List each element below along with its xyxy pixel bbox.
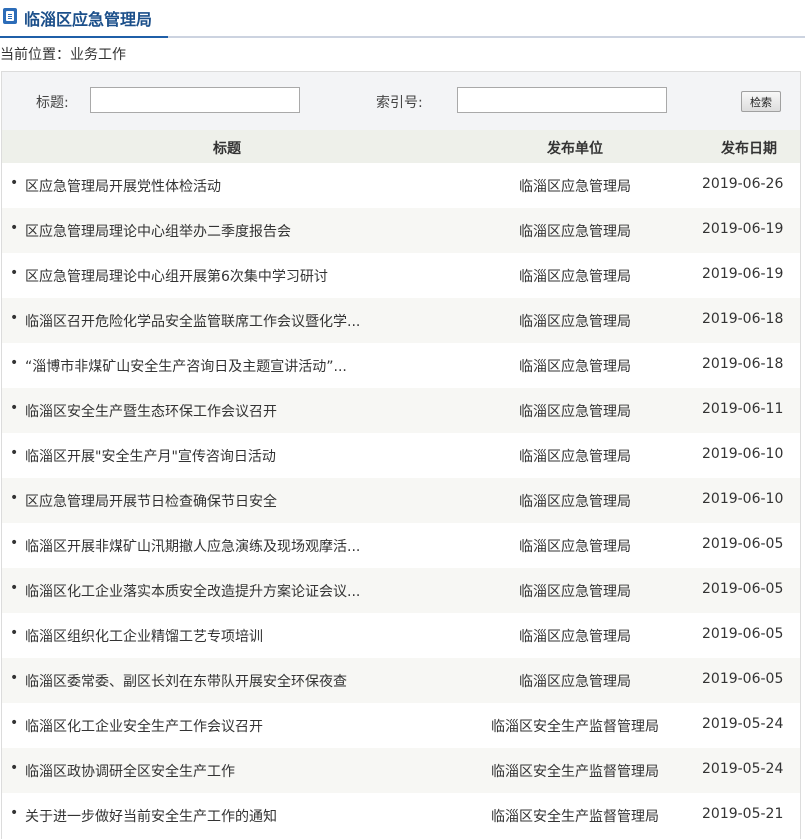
bullet-icon: • <box>10 445 19 461</box>
bullet-icon: • <box>10 580 19 596</box>
table-row: • 区应急管理局理论中心组开展第6次集中学习研讨 临淄区应急管理局 2019-06-1… <box>2 253 800 298</box>
article-title-link[interactable]: 临淄区组织化工企业精馏工艺专项培训 <box>25 626 405 646</box>
publisher-unit: 临淄区应急管理局 <box>519 359 631 375</box>
title-search-label: 标题: <box>36 95 69 111</box>
site-title: 临淄区应急管理局 <box>24 10 153 29</box>
article-title-link[interactable]: 临淄区政协调研全区安全生产工作 <box>25 761 405 781</box>
publisher-unit: 临淄区安全生产监督管理局 <box>491 719 659 735</box>
bullet-icon: • <box>10 265 19 281</box>
bullet-icon: • <box>10 355 19 371</box>
document-icon <box>3 8 17 24</box>
article-list: • 区应急管理局开展党性体检活动 临淄区应急管理局 2019-06-26 • 区应急管理局… <box>2 163 800 838</box>
publish-date: 2019-05-24 <box>702 761 784 777</box>
publish-date: 2019-06-19 <box>702 221 784 237</box>
table-row: • 临淄区委常委、副区长刘在东带队开展安全环保夜查 临淄区应急管理局 2019-06-… <box>2 658 800 703</box>
article-title-link[interactable]: 临淄区召开危险化学品安全监管联席工作会议暨化学... <box>25 311 405 331</box>
index-search-input[interactable] <box>457 87 667 113</box>
publisher-unit: 临淄区应急管理局 <box>519 179 631 195</box>
article-title-link[interactable]: 临淄区化工企业落实本质安全改造提升方案论证会议... <box>25 581 405 601</box>
publish-date: 2019-06-05 <box>702 626 784 642</box>
publisher-unit: 临淄区应急管理局 <box>519 449 631 465</box>
table-row: • 临淄区政协调研全区安全生产工作 临淄区安全生产监督管理局 2019-05-24 <box>2 748 800 793</box>
article-title-link[interactable]: 区应急管理局理论中心组举办二季度报告会 <box>25 221 405 241</box>
article-title-link[interactable]: 关于进一步做好当前安全生产工作的通知 <box>25 806 405 826</box>
table-row: • 关于进一步做好当前安全生产工作的通知 临淄区安全生产监督管理局 2019-05-2… <box>2 793 800 838</box>
article-title-link[interactable]: 临淄区开展"安全生产月"宣传咨询日活动 <box>25 446 405 466</box>
bullet-icon: • <box>10 490 19 506</box>
publisher-unit: 临淄区安全生产监督管理局 <box>491 809 659 825</box>
article-title-link[interactable]: 区应急管理局理论中心组开展第6次集中学习研讨 <box>25 266 405 286</box>
publisher-unit: 临淄区应急管理局 <box>519 269 631 285</box>
publish-date: 2019-06-19 <box>702 266 784 282</box>
publish-date: 2019-06-10 <box>702 491 784 507</box>
publisher-unit: 临淄区应急管理局 <box>519 674 631 690</box>
table-row: • 区应急管理局开展节日检查确保节日安全 临淄区应急管理局 2019-06-10 <box>2 478 800 523</box>
article-title-link[interactable]: 临淄区化工企业安全生产工作会议召开 <box>25 716 405 736</box>
header-date: 发布日期 <box>721 141 777 157</box>
table-row: • 区应急管理局理论中心组举办二季度报告会 临淄区应急管理局 2019-06-19 <box>2 208 800 253</box>
bullet-icon: • <box>10 805 19 821</box>
article-title-link[interactable]: 临淄区安全生产暨生态环保工作会议召开 <box>25 401 405 421</box>
table-row: • 临淄区开展"安全生产月"宣传咨询日活动 临淄区应急管理局 2019-06-10 <box>2 433 800 478</box>
content-panel: 标题: 索引号: 检索 标题 发布单位 发布日期 • 区应急管理局开展党性体检活动… <box>1 71 801 839</box>
table-row: • 区应急管理局开展党性体检活动 临淄区应急管理局 2019-06-26 <box>2 163 800 208</box>
publish-date: 2019-06-10 <box>702 446 784 462</box>
bullet-icon: • <box>10 715 19 731</box>
bullet-icon: • <box>10 535 19 551</box>
search-button[interactable]: 检索 <box>741 91 781 112</box>
bullet-icon: • <box>10 310 19 326</box>
publisher-unit: 临淄区应急管理局 <box>519 584 631 600</box>
publish-date: 2019-06-18 <box>702 311 784 327</box>
bullet-icon: • <box>10 400 19 416</box>
publisher-unit: 临淄区应急管理局 <box>519 314 631 330</box>
bullet-icon: • <box>10 220 19 236</box>
title-search-input[interactable] <box>90 87 300 113</box>
publish-date: 2019-06-18 <box>702 356 784 372</box>
table-row: • 临淄区召开危险化学品安全监管联席工作会议暨化学... 临淄区应急管理局 2019-… <box>2 298 800 343</box>
bullet-icon: • <box>10 670 19 686</box>
bullet-icon: • <box>10 760 19 776</box>
page-header: 临淄区应急管理局 <box>0 0 805 38</box>
publish-date: 2019-06-11 <box>702 401 784 417</box>
publisher-unit: 临淄区应急管理局 <box>519 224 631 240</box>
article-title-link[interactable]: 区应急管理局开展节日检查确保节日安全 <box>25 491 405 511</box>
table-row: • 临淄区开展非煤矿山汛期撤人应急演练及现场观摩活... 临淄区应急管理局 2019-… <box>2 523 800 568</box>
publish-date: 2019-06-26 <box>702 176 784 192</box>
publisher-unit: 临淄区应急管理局 <box>519 539 631 555</box>
table-header: 标题 发布单位 发布日期 <box>2 130 800 163</box>
table-row: • 临淄区安全生产暨生态环保工作会议召开 临淄区应急管理局 2019-06-11 <box>2 388 800 433</box>
breadcrumb-current[interactable]: 业务工作 <box>70 47 126 63</box>
bullet-icon: • <box>10 625 19 641</box>
breadcrumb: 当前位置：业务工作 <box>0 44 126 64</box>
breadcrumb-label: 当前位置： <box>0 47 70 63</box>
article-title-link[interactable]: 临淄区委常委、副区长刘在东带队开展安全环保夜查 <box>25 671 405 691</box>
table-row: • “淄博市非煤矿山安全生产咨询日及主题宣讲活动”... 临淄区应急管理局 2019-… <box>2 343 800 388</box>
publish-date: 2019-05-24 <box>702 716 784 732</box>
header-title: 标题 <box>213 141 241 157</box>
publish-date: 2019-06-05 <box>702 581 784 597</box>
table-row: • 临淄区化工企业落实本质安全改造提升方案论证会议... 临淄区应急管理局 2019-… <box>2 568 800 613</box>
publisher-unit: 临淄区应急管理局 <box>519 494 631 510</box>
table-row: • 临淄区化工企业安全生产工作会议召开 临淄区安全生产监督管理局 2019-05-24 <box>2 703 800 748</box>
publish-date: 2019-06-05 <box>702 671 784 687</box>
header-unit: 发布单位 <box>547 141 603 157</box>
publisher-unit: 临淄区应急管理局 <box>519 629 631 645</box>
article-title-link[interactable]: “淄博市非煤矿山安全生产咨询日及主题宣讲活动”... <box>25 356 405 376</box>
index-search-label: 索引号: <box>376 95 423 111</box>
publish-date: 2019-06-05 <box>702 536 784 552</box>
publisher-unit: 临淄区应急管理局 <box>519 404 631 420</box>
article-title-link[interactable]: 临淄区开展非煤矿山汛期撤人应急演练及现场观摩活... <box>25 536 405 556</box>
table-row: • 临淄区组织化工企业精馏工艺专项培训 临淄区应急管理局 2019-06-05 <box>2 613 800 658</box>
header-accent-line <box>0 36 168 38</box>
bullet-icon: • <box>10 175 19 191</box>
publish-date: 2019-05-21 <box>702 806 784 822</box>
search-bar: 标题: 索引号: 检索 <box>2 72 800 130</box>
article-title-link[interactable]: 区应急管理局开展党性体检活动 <box>25 176 405 196</box>
publisher-unit: 临淄区安全生产监督管理局 <box>491 764 659 780</box>
